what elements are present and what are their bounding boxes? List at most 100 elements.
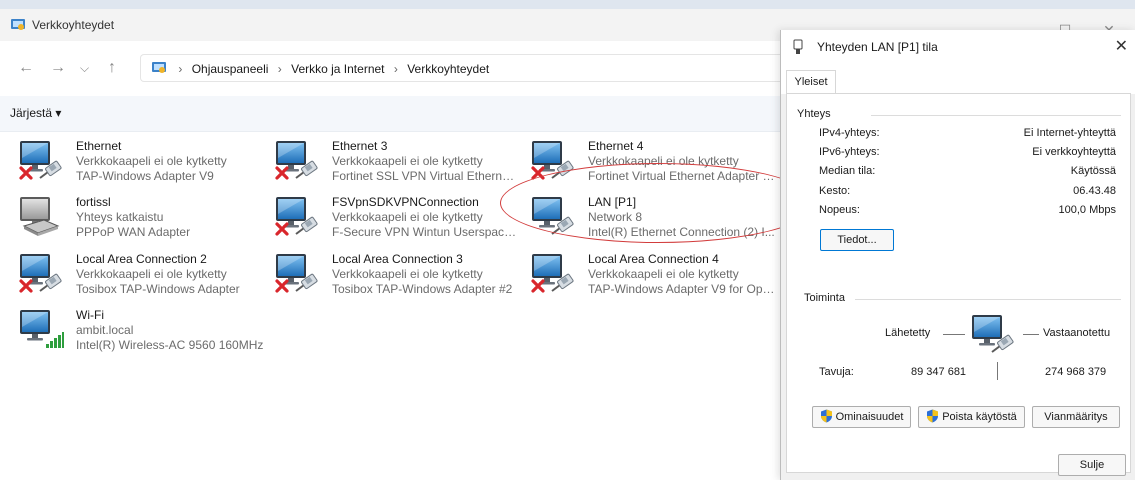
connection-item-local-area-4[interactable]: Local Area Connection 4 Verkkokaapeli ei… [526, 247, 776, 299]
sent-dash [943, 334, 965, 335]
connection-status: Verkkokaapeli ei ole kytketty [588, 154, 739, 168]
general-panel: Yhteys IPv4-yhteys: Ei Internet-yhteyttä… [786, 93, 1131, 473]
ipv4-value: Ei Internet-yhteyttä [1023, 127, 1116, 139]
media-state-value: Käytössä [1070, 165, 1116, 177]
connection-status: Network 8 [588, 210, 643, 224]
navigation-bar: ← → ⌵ ↑ › Ohjauspaneeli › Verkko ja Inte… [0, 41, 780, 96]
connection-item-ethernet-3[interactable]: Ethernet 3 Verkkokaapeli ei ole kytketty… [270, 134, 520, 186]
disable-button[interactable]: Poista käytöstä [918, 406, 1025, 428]
connection-name: Ethernet [76, 139, 122, 153]
network-disconnected-icon [274, 251, 320, 293]
bytes-label: Tavuja: [819, 366, 854, 378]
duration-value: 06.43.48 [1073, 185, 1116, 197]
control-panel-icon [152, 62, 166, 73]
connection-name: Local Area Connection 2 [76, 252, 207, 266]
ipv6-value: Ei verkkoyhteyttä [1032, 146, 1116, 158]
bytes-sent-value: 89 347 681 [911, 366, 967, 378]
network-adapter-icon [793, 39, 803, 54]
received-dash [1023, 334, 1039, 335]
dialog-title-bar: Yhteyden LAN [P1] tila ✕ [781, 30, 1135, 62]
connection-status: ambit.local [76, 323, 134, 337]
connection-name: Local Area Connection 4 [588, 252, 719, 266]
connection-adapter: Fortinet SSL VPN Virtual Ethernet ... [332, 169, 520, 183]
network-disconnected-icon [530, 138, 576, 180]
connection-name: Ethernet 4 [588, 139, 644, 153]
bytes-received-value: 274 968 379 [1045, 366, 1107, 378]
dialup-icon [18, 194, 64, 236]
back-button[interactable]: ← [18, 59, 34, 77]
uac-shield-icon [820, 409, 833, 423]
close-button[interactable]: Sulje [1058, 454, 1126, 476]
connection-item-local-area-2[interactable]: Local Area Connection 2 Verkkokaapeli ei… [14, 247, 264, 299]
window-top-strip [0, 0, 1135, 9]
connection-item-ethernet[interactable]: Ethernet Verkkokaapeli ei ole kytketty T… [14, 134, 264, 186]
network-disconnected-icon [274, 194, 320, 236]
tab-general[interactable]: Yleiset [786, 70, 836, 94]
connection-adapter: Intel(R) Wireless-AC 9560 160MHz [76, 338, 264, 352]
dialog-close-icon[interactable]: ✕ [1115, 36, 1128, 56]
network-connected-icon [530, 194, 576, 236]
connection-status: Verkkokaapeli ei ole kytketty [332, 210, 483, 224]
connection-adapter: Tosibox TAP-Windows Adapter #2 [332, 282, 513, 296]
connection-name: fortissl [76, 195, 111, 209]
dialog-title: Yhteyden LAN [P1] tila [817, 40, 938, 54]
connection-name: Local Area Connection 3 [332, 252, 463, 266]
connections-list: Ethernet Verkkokaapeli ei ole kytketty T… [0, 132, 780, 480]
diagnose-button[interactable]: Vianmääritys [1032, 406, 1120, 428]
duration-label: Kesto: [819, 185, 851, 197]
connection-status: Yhteys katkaistu [76, 210, 164, 224]
connection-item-wifi[interactable]: Wi-Fi ambit.local Intel(R) Wireless-AC 9… [14, 303, 264, 355]
connection-name: LAN [P1] [588, 195, 637, 209]
up-button[interactable]: ↑ [108, 59, 116, 77]
bytes-divider [997, 362, 998, 380]
organize-menu[interactable]: Järjestä ▾ [10, 106, 61, 120]
properties-button-label: Ominaisuudet [835, 411, 904, 423]
breadcrumb-separator: › [393, 62, 398, 76]
connection-item-fortissl[interactable]: fortissl Yhteys katkaistu PPPoP WAN Adap… [14, 190, 264, 242]
connection-adapter: F-Secure VPN Wintun Userspace ... [332, 225, 520, 239]
speed-label: Nopeus: [819, 204, 860, 216]
wifi-icon [18, 307, 64, 349]
forward-button[interactable]: → [50, 59, 66, 77]
connection-group-label: Yhteys [797, 108, 831, 120]
address-box[interactable]: › Ohjauspaneeli › Verkko ja Internet › V… [140, 54, 780, 82]
ipv4-label: IPv4-yhteys: [819, 127, 880, 139]
breadcrumb-network-connections[interactable]: Verkkoyhteydet [407, 62, 489, 76]
sent-label: Lähetetty [885, 327, 931, 339]
ipv6-label: IPv6-yhteys: [819, 146, 880, 158]
connection-adapter: TAP-Windows Adapter V9 [76, 169, 214, 183]
control-panel-icon [11, 19, 25, 30]
connection-item-lan-p1[interactable]: LAN [P1] Network 8 Intel(R) Ethernet Con… [526, 190, 776, 242]
details-button[interactable]: Tiedot... [820, 229, 894, 251]
connection-name: FSVpnSDKVPNConnection [332, 195, 479, 209]
uac-shield-icon [926, 409, 939, 423]
speed-value: 100,0 Mbps [1058, 204, 1116, 216]
network-disconnected-icon [18, 138, 64, 180]
breadcrumb-separator: › [178, 62, 183, 76]
received-label: Vastaanotettu [1043, 327, 1111, 339]
connection-item-ethernet-4[interactable]: Ethernet 4 Verkkokaapeli ei ole kytketty… [526, 134, 776, 186]
network-disconnected-icon [530, 251, 576, 293]
breadcrumb-control-panel[interactable]: Ohjauspaneeli [192, 62, 269, 76]
group-divider [855, 299, 1121, 300]
connection-status: Verkkokaapeli ei ole kytketty [76, 154, 227, 168]
connection-status: Verkkokaapeli ei ole kytketty [332, 267, 483, 281]
connection-item-local-area-3[interactable]: Local Area Connection 3 Verkkokaapeli ei… [270, 247, 520, 299]
connection-status-dialog: Yhteyden LAN [P1] tila ✕ Yleiset Yhteys … [780, 30, 1135, 480]
activity-group-label: Toiminta [804, 292, 845, 304]
recent-locations-button[interactable]: ⌵ [80, 61, 89, 76]
connection-item-fsvpnsdk[interactable]: FSVpnSDKVPNConnection Verkkokaapeli ei o… [270, 190, 520, 242]
connection-name: Wi-Fi [76, 308, 104, 322]
media-state-label: Median tila: [819, 165, 876, 177]
connection-adapter: Intel(R) Ethernet Connection (2) I... [588, 225, 775, 239]
network-disconnected-icon [18, 251, 64, 293]
group-divider [871, 115, 1121, 116]
connection-name: Ethernet 3 [332, 139, 388, 153]
properties-button[interactable]: Ominaisuudet [812, 406, 911, 428]
command-bar: Järjestä ▾ [0, 96, 780, 132]
connection-adapter: PPPoP WAN Adapter [76, 225, 191, 239]
window-title: Verkkoyhteydet [32, 18, 115, 32]
breadcrumb-network-internet[interactable]: Verkko ja Internet [291, 62, 384, 76]
connection-adapter: Tosibox TAP-Windows Adapter [76, 282, 240, 296]
connection-status: Verkkokaapeli ei ole kytketty [588, 267, 739, 281]
